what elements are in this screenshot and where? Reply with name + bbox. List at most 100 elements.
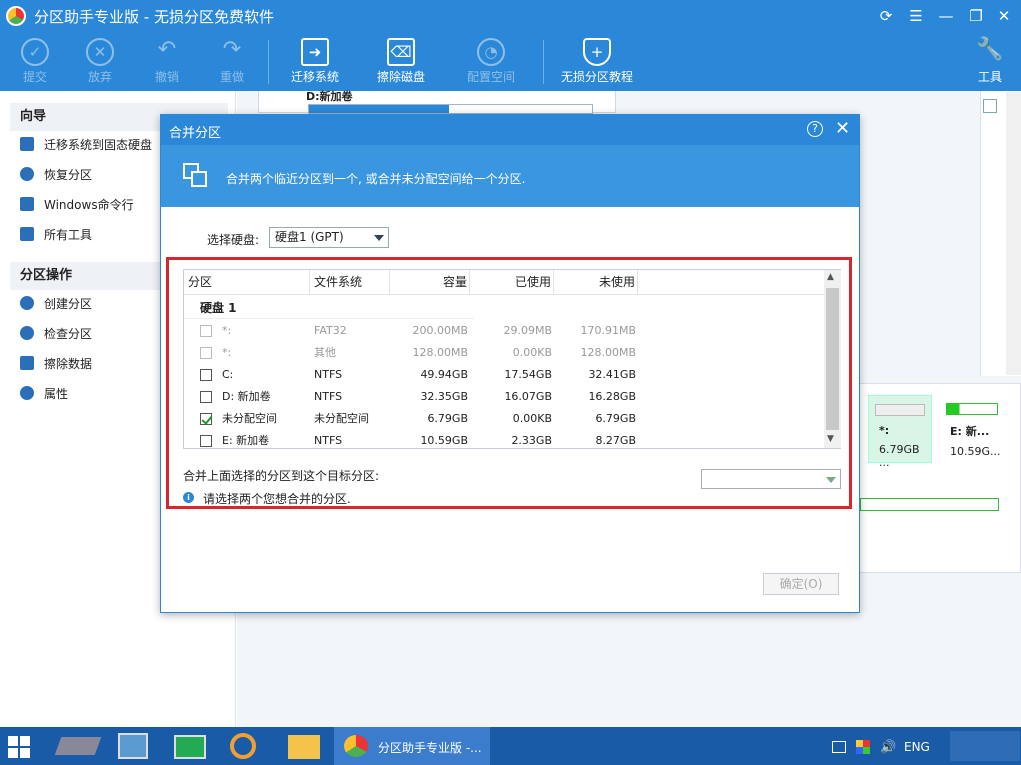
clock-area[interactable]	[950, 731, 1020, 761]
folder-icon[interactable]	[288, 735, 320, 759]
wipe-disk-button[interactable]: ⌫ 擦除磁盘	[366, 32, 436, 91]
disk-group-label: 硬盘 1	[200, 301, 237, 315]
minimize-button[interactable]: —	[936, 6, 956, 26]
view-toggle-icon[interactable]	[983, 99, 997, 113]
restore-button[interactable]: ❐	[966, 6, 986, 26]
cell-free: 128.00MB	[580, 346, 636, 359]
keyboard-icon[interactable]	[174, 735, 206, 759]
recover-icon	[20, 167, 34, 181]
discard-button[interactable]: ✕ 放弃	[65, 32, 135, 91]
refresh-icon[interactable]: ⟳	[876, 6, 896, 26]
column-header-partition[interactable]: 分区	[184, 270, 310, 294]
cell-used: 2.33GB	[511, 434, 552, 447]
scroll-up-icon[interactable]: ▲	[827, 272, 834, 282]
submit-button[interactable]: ✓ 提交	[0, 32, 70, 91]
app-logo-icon	[344, 735, 368, 757]
windows-icon	[20, 197, 34, 211]
cell-capacity: 32.35GB	[420, 390, 468, 403]
dialog-close-icon[interactable]: ✕	[835, 118, 850, 139]
partition-usage-bar	[946, 403, 998, 415]
cell-partition: E: 新加卷	[222, 434, 270, 447]
chevron-down-icon	[826, 477, 836, 483]
grid-icon	[20, 227, 34, 241]
column-header-used[interactable]: 已使用	[470, 270, 554, 294]
taskbar: 分区助手专业版 -... 🔊 ENG	[0, 727, 1021, 765]
cell-partition: D: 新加卷	[222, 390, 271, 403]
column-header-capacity[interactable]: 容量	[390, 270, 470, 294]
table-row[interactable]: E: 新加卷 NTFS 10.59GB 2.33GB 8.27GB	[184, 430, 824, 452]
column-header-free[interactable]: 未使用	[554, 270, 638, 294]
shield-icon: +	[583, 38, 611, 66]
sidebar-item-label: Windows命令行	[44, 198, 134, 212]
row-checkbox[interactable]	[200, 413, 212, 425]
partition-card-unallocated[interactable]: *: 6.79GB ...	[868, 395, 932, 469]
sidebar-item-cmd[interactable]: Windows命令行	[20, 194, 134, 216]
table-row[interactable]: D: 新加卷 NTFS 32.35GB 16.07GB 16.28GB	[184, 386, 824, 408]
table-row[interactable]: 未分配空间 未分配空间 6.79GB 0.00KB 6.79GB	[184, 408, 824, 430]
tutorial-button[interactable]: + 无损分区教程	[555, 32, 639, 91]
select-disk-dropdown[interactable]: 硬盘1 (GPT)	[269, 227, 389, 248]
allocate-icon: ◔	[477, 38, 505, 66]
select-disk-label: 选择硬盘:	[207, 233, 260, 247]
search-tool-icon[interactable]	[230, 733, 256, 759]
banner-description: 合并两个临近分区到一个, 或合并未分配空间给一个分区.	[226, 172, 526, 186]
cell-capacity: 49.94GB	[420, 368, 468, 381]
table-scrollbar-thumb[interactable]	[826, 288, 839, 430]
partition-card-e[interactable]: E: 新... 10.59G...	[940, 395, 1004, 463]
allocate-space-button[interactable]: ◔ 配置空间	[456, 32, 526, 91]
undo-button[interactable]: ↶ 撤销	[132, 32, 202, 91]
cell-capacity: 10.59GB	[420, 434, 468, 447]
partition-name: *:	[879, 424, 890, 437]
input-language[interactable]: ENG	[904, 740, 930, 754]
tools-button[interactable]: 🔧 工具	[955, 32, 1021, 91]
toolbar-divider	[543, 40, 544, 84]
table-row[interactable]: *: 其他 128.00MB 0.00KB 128.00MB	[184, 342, 824, 364]
cell-filesystem: 其他	[314, 346, 336, 359]
info-icon: i	[183, 492, 194, 503]
device-manager-icon[interactable]	[54, 737, 102, 755]
target-partition-dropdown[interactable]	[701, 469, 841, 489]
start-button[interactable]	[8, 736, 30, 758]
cell-free: 32.41GB	[588, 368, 636, 381]
cell-capacity: 6.79GB	[427, 412, 468, 425]
sidebar-item-label: 检查分区	[44, 327, 93, 341]
cell-partition: *:	[222, 346, 232, 359]
cell-filesystem: 未分配空间	[314, 412, 369, 425]
dialog-header: 合并分区 ? ✕	[161, 115, 859, 145]
sidebar-item-recover[interactable]: 恢复分区	[20, 164, 92, 186]
cell-used: 16.07GB	[504, 390, 552, 403]
scrollbar[interactable]	[1006, 92, 1021, 375]
sidebar-item-properties[interactable]: 属性	[20, 383, 68, 405]
row-checkbox[interactable]	[200, 391, 212, 403]
table-row[interactable]: C: NTFS 49.94GB 17.54GB 32.41GB	[184, 364, 824, 386]
network-tray-icon[interactable]	[832, 741, 846, 753]
menu-icon[interactable]: ☰	[906, 6, 926, 26]
row-checkbox[interactable]	[200, 435, 212, 447]
row-checkbox[interactable]	[200, 369, 212, 381]
help-icon[interactable]: ?	[807, 121, 823, 137]
speaker-icon[interactable]: 🔊	[880, 740, 896, 755]
ok-button[interactable]: 确定(O)	[763, 573, 839, 595]
sidebar-item-all-tools[interactable]: 所有工具	[20, 224, 92, 246]
target-partition-label: 合并上面选择的分区到这个目标分区:	[183, 469, 380, 483]
sidebar-item-wipe[interactable]: 擦除数据	[20, 353, 92, 375]
select-disk-value: 硬盘1 (GPT)	[275, 230, 344, 244]
partition-size: 6.79GB ...	[879, 443, 920, 469]
partition-size: 10.59G...	[950, 445, 1001, 458]
merge-icon	[183, 163, 209, 189]
check-icon: ✓	[21, 38, 49, 66]
color-tray-icon[interactable]	[856, 740, 870, 754]
column-header-fs[interactable]: 文件系统	[310, 270, 390, 294]
migrate-os-button[interactable]: ➜ 迁移系统	[280, 32, 350, 91]
scroll-down-icon[interactable]: ▼	[827, 434, 834, 444]
sidebar-item-migrate-ssd[interactable]: 迁移系统到固态硬盘	[20, 134, 152, 156]
sidebar-item-create[interactable]: 创建分区	[20, 293, 92, 315]
cell-capacity: 200.00MB	[412, 324, 468, 337]
redo-button[interactable]: ↷ 重做	[197, 32, 267, 91]
row-checkbox	[200, 325, 212, 337]
table-row[interactable]: *: FAT32 200.00MB 29.09MB 170.91MB	[184, 320, 824, 342]
cell-free: 6.79GB	[595, 412, 636, 425]
close-button[interactable]: ✕	[994, 6, 1014, 26]
network-icon[interactable]	[118, 733, 148, 759]
sidebar-item-check[interactable]: 检查分区	[20, 323, 92, 345]
